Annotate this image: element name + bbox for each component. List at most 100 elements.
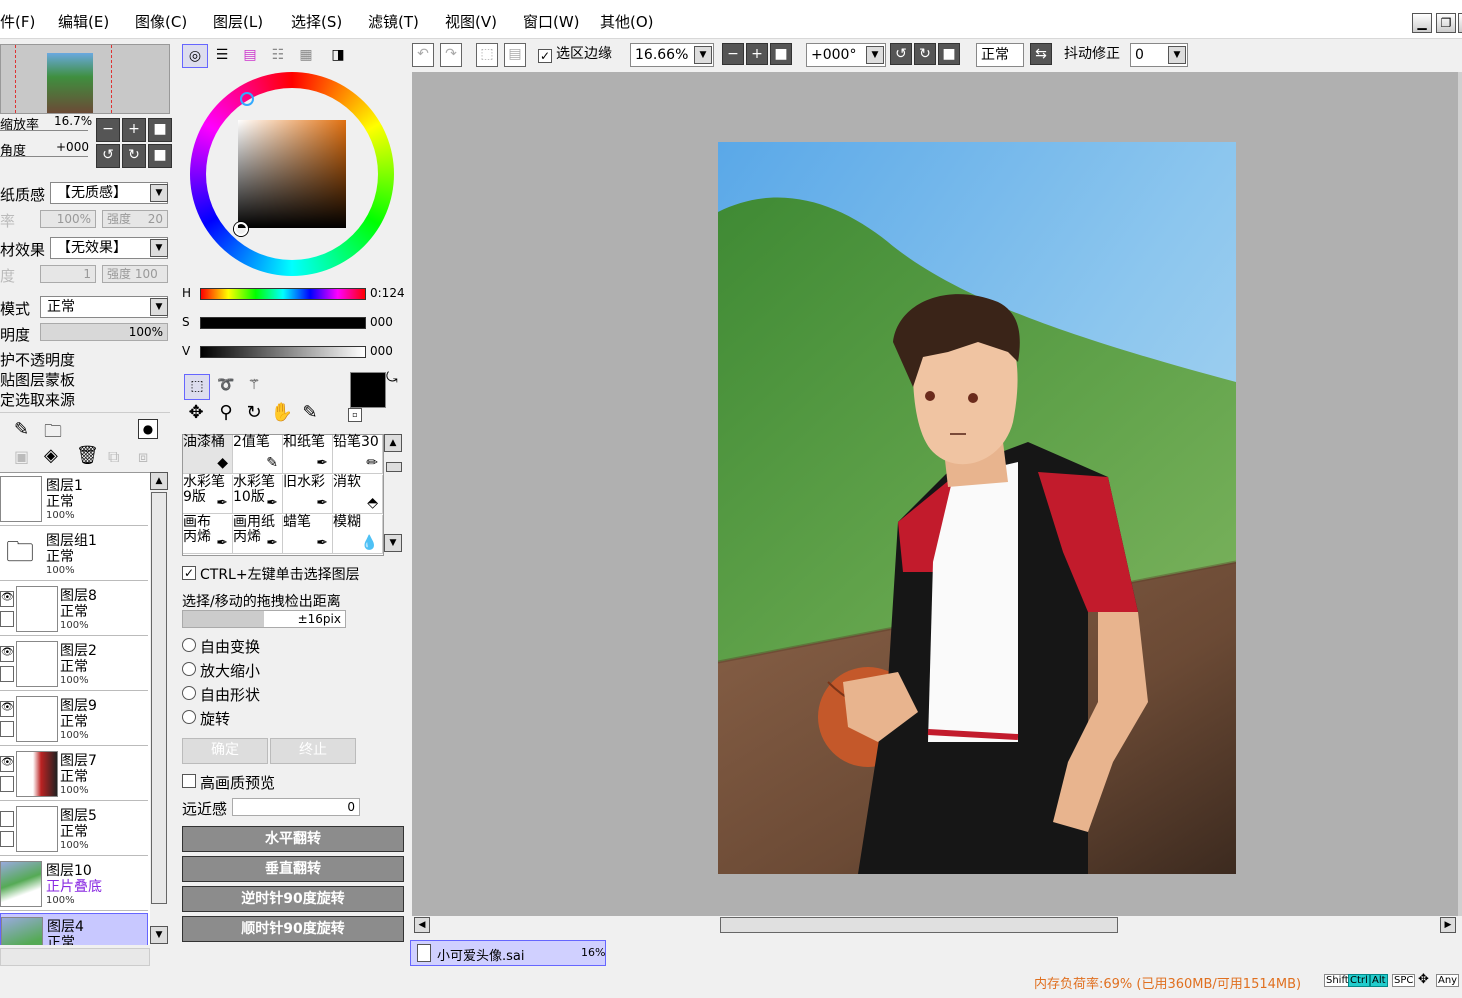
artwork-canvas[interactable] <box>718 142 1236 874</box>
document-tab[interactable]: 小可爱头像.sai 16% <box>410 940 606 966</box>
menu-edit[interactable]: 编辑(E) <box>58 11 109 32</box>
rect-select-icon[interactable]: ⬚ <box>184 374 210 400</box>
menu-select[interactable]: 选择(S) <box>291 11 342 32</box>
saturation-slider[interactable] <box>200 317 366 329</box>
scratchpad-icon[interactable]: ◨ <box>326 44 350 66</box>
clipping-mask-option[interactable]: 贴图层蒙板 <box>0 369 75 390</box>
cancel-button[interactable]: 终止 <box>270 738 356 764</box>
layer-checkbox[interactable] <box>0 776 14 792</box>
rotate-radio[interactable] <box>182 710 196 724</box>
blend-mode-field[interactable]: 正常 <box>976 43 1024 67</box>
eyedropper-icon[interactable]: ✎ <box>298 402 322 426</box>
deselect-button[interactable]: ⬚ <box>476 43 498 67</box>
layer-hscroll[interactable] <box>0 948 150 966</box>
menu-image[interactable]: 图像(C) <box>135 11 187 32</box>
protect-opacity-option[interactable]: 护不透明度 <box>0 349 75 370</box>
layer-checkbox[interactable] <box>0 721 14 737</box>
hue-cursor[interactable] <box>240 92 254 106</box>
value-slider[interactable] <box>200 346 366 358</box>
layer-row-selected[interactable]: 图层4 正常 <box>0 913 148 945</box>
angle-slider[interactable] <box>0 156 88 157</box>
primary-color-swatch[interactable] <box>350 372 386 408</box>
hand-icon[interactable]: ✋ <box>270 402 294 426</box>
canvas-hscrollbar[interactable]: ◀ ▶ <box>412 916 1462 934</box>
clear-layer-icon[interactable]: ◈ <box>44 445 58 466</box>
visibility-eye-icon[interactable]: 👁 <box>0 756 14 772</box>
nav-zoom-in-button[interactable]: + <box>122 118 146 142</box>
invert-selection-button[interactable]: ▤ <box>504 43 526 67</box>
layer-row[interactable]: 图层1 正常 100% <box>0 473 148 526</box>
visibility-eye-icon[interactable]: 👁 <box>0 591 14 607</box>
zoom-out-button[interactable]: − <box>722 43 744 65</box>
rotate-ccw90-button[interactable]: 逆时针90度旋转 <box>182 886 404 912</box>
saturation-value-square[interactable] <box>238 120 346 228</box>
magic-wand-icon[interactable]: ⚚ <box>242 374 266 398</box>
layer-scrollbar[interactable]: ▲ ▼ <box>150 472 168 944</box>
brush-slot[interactable]: 消软 ⬘ <box>333 475 383 514</box>
layer-row[interactable]: 👁 图层8 正常 100% <box>0 583 148 636</box>
layer-checkbox[interactable] <box>0 666 14 682</box>
rotate-dropdown-icon[interactable]: ▼ <box>866 46 884 64</box>
opacity-slider[interactable]: 100% <box>40 323 168 341</box>
layer-row[interactable]: 🗀 图层组1 正常 100% <box>0 528 148 581</box>
swatches-icon[interactable]: ▦ <box>296 44 316 66</box>
flip-horizontal-button[interactable]: 水平翻转 <box>182 826 404 852</box>
brush-scroll-up-icon[interactable]: ▲ <box>384 434 402 452</box>
layer-scroll-thumb[interactable] <box>151 492 167 904</box>
layer-checkbox[interactable] <box>0 611 14 627</box>
confirm-button[interactable]: 确定 <box>182 738 268 764</box>
new-layer-icon[interactable]: ✎ <box>14 419 29 440</box>
layer-mode-select[interactable]: 正常 <box>40 296 168 318</box>
rotate-cw-button[interactable]: ↻ <box>914 43 936 65</box>
scroll-down-icon[interactable]: ▼ <box>150 926 168 944</box>
color-wheel-icon[interactable]: ◎ <box>182 44 208 68</box>
brush-slot[interactable]: 油漆桶 ◆ <box>183 435 233 474</box>
mask-icon[interactable]: ● <box>138 419 158 439</box>
free-transform-radio[interactable] <box>182 638 196 652</box>
free-shape-radio[interactable] <box>182 686 196 700</box>
move-icon[interactable]: ✥ <box>184 402 208 426</box>
flip-vertical-button[interactable]: 垂直翻转 <box>182 856 404 882</box>
copy-layer-icon[interactable]: ▣ <box>14 447 29 466</box>
hscroll-thumb[interactable] <box>720 917 1118 933</box>
nav-rotate-reset-button[interactable]: ■ <box>148 144 172 168</box>
zoom-slider[interactable] <box>0 130 88 131</box>
brush-scrollbar[interactable]: ▲ ▼ <box>384 434 402 554</box>
effect-strength-slider[interactable]: 强度 100 <box>102 265 168 283</box>
delete-layer-icon[interactable]: 🗑 <box>76 445 99 466</box>
undo-button[interactable]: ↶ <box>412 43 434 67</box>
hq-preview-checkbox[interactable] <box>182 774 196 788</box>
scroll-up-icon[interactable]: ▲ <box>150 472 168 490</box>
color-mixer-icon[interactable]: ☷ <box>268 44 288 66</box>
layer-row[interactable]: 👁 图层2 正常 100% <box>0 638 148 691</box>
effect-dropdown-icon[interactable]: ▼ <box>150 239 168 257</box>
rotate-ccw-button[interactable]: ↺ <box>890 43 912 65</box>
visibility-eye-icon[interactable] <box>0 811 14 827</box>
brush-scroll-down-icon[interactable]: ▼ <box>384 534 402 552</box>
merge-visible-icon[interactable]: ⧈ <box>138 447 148 467</box>
redo-button[interactable]: ↷ <box>440 43 462 67</box>
restore-button[interactable]: ❐ <box>1436 13 1456 33</box>
menu-other[interactable]: 其他(O) <box>600 11 654 32</box>
flip-view-button[interactable]: ⇆ <box>1030 43 1052 65</box>
nav-zoom-reset-button[interactable]: ■ <box>148 118 172 142</box>
layer-row[interactable]: 👁 图层7 正常 100% <box>0 748 148 801</box>
menu-filter[interactable]: 滤镜(T) <box>368 11 419 32</box>
scale-radio[interactable] <box>182 662 196 676</box>
brush-slot[interactable]: 画布 丙烯 ✒ <box>183 515 233 554</box>
brush-slot[interactable]: 蜡笔 ✒ <box>283 515 333 554</box>
ctrl-click-checkbox[interactable]: ✓ <box>182 566 196 580</box>
hscroll-left-icon[interactable]: ◀ <box>414 917 430 933</box>
canvas-viewport[interactable] <box>412 72 1462 916</box>
layer-checkbox[interactable] <box>0 831 14 847</box>
hscroll-right-icon[interactable]: ▶ <box>1440 917 1456 933</box>
brush-slot[interactable]: 模糊 💧 <box>333 515 383 554</box>
brush-slot[interactable]: 铅笔30 ✏ <box>333 435 383 474</box>
zoom-in-button[interactable]: + <box>746 43 768 65</box>
sv-cursor[interactable] <box>234 222 248 236</box>
visibility-eye-icon[interactable]: 👁 <box>0 701 14 717</box>
hue-slider[interactable] <box>200 288 366 300</box>
zoom-reset-button[interactable]: ■ <box>770 43 792 65</box>
brush-slot[interactable]: 画用纸 丙烯 ✒ <box>233 515 283 554</box>
paper-texture-dropdown-icon[interactable]: ▼ <box>150 184 168 202</box>
